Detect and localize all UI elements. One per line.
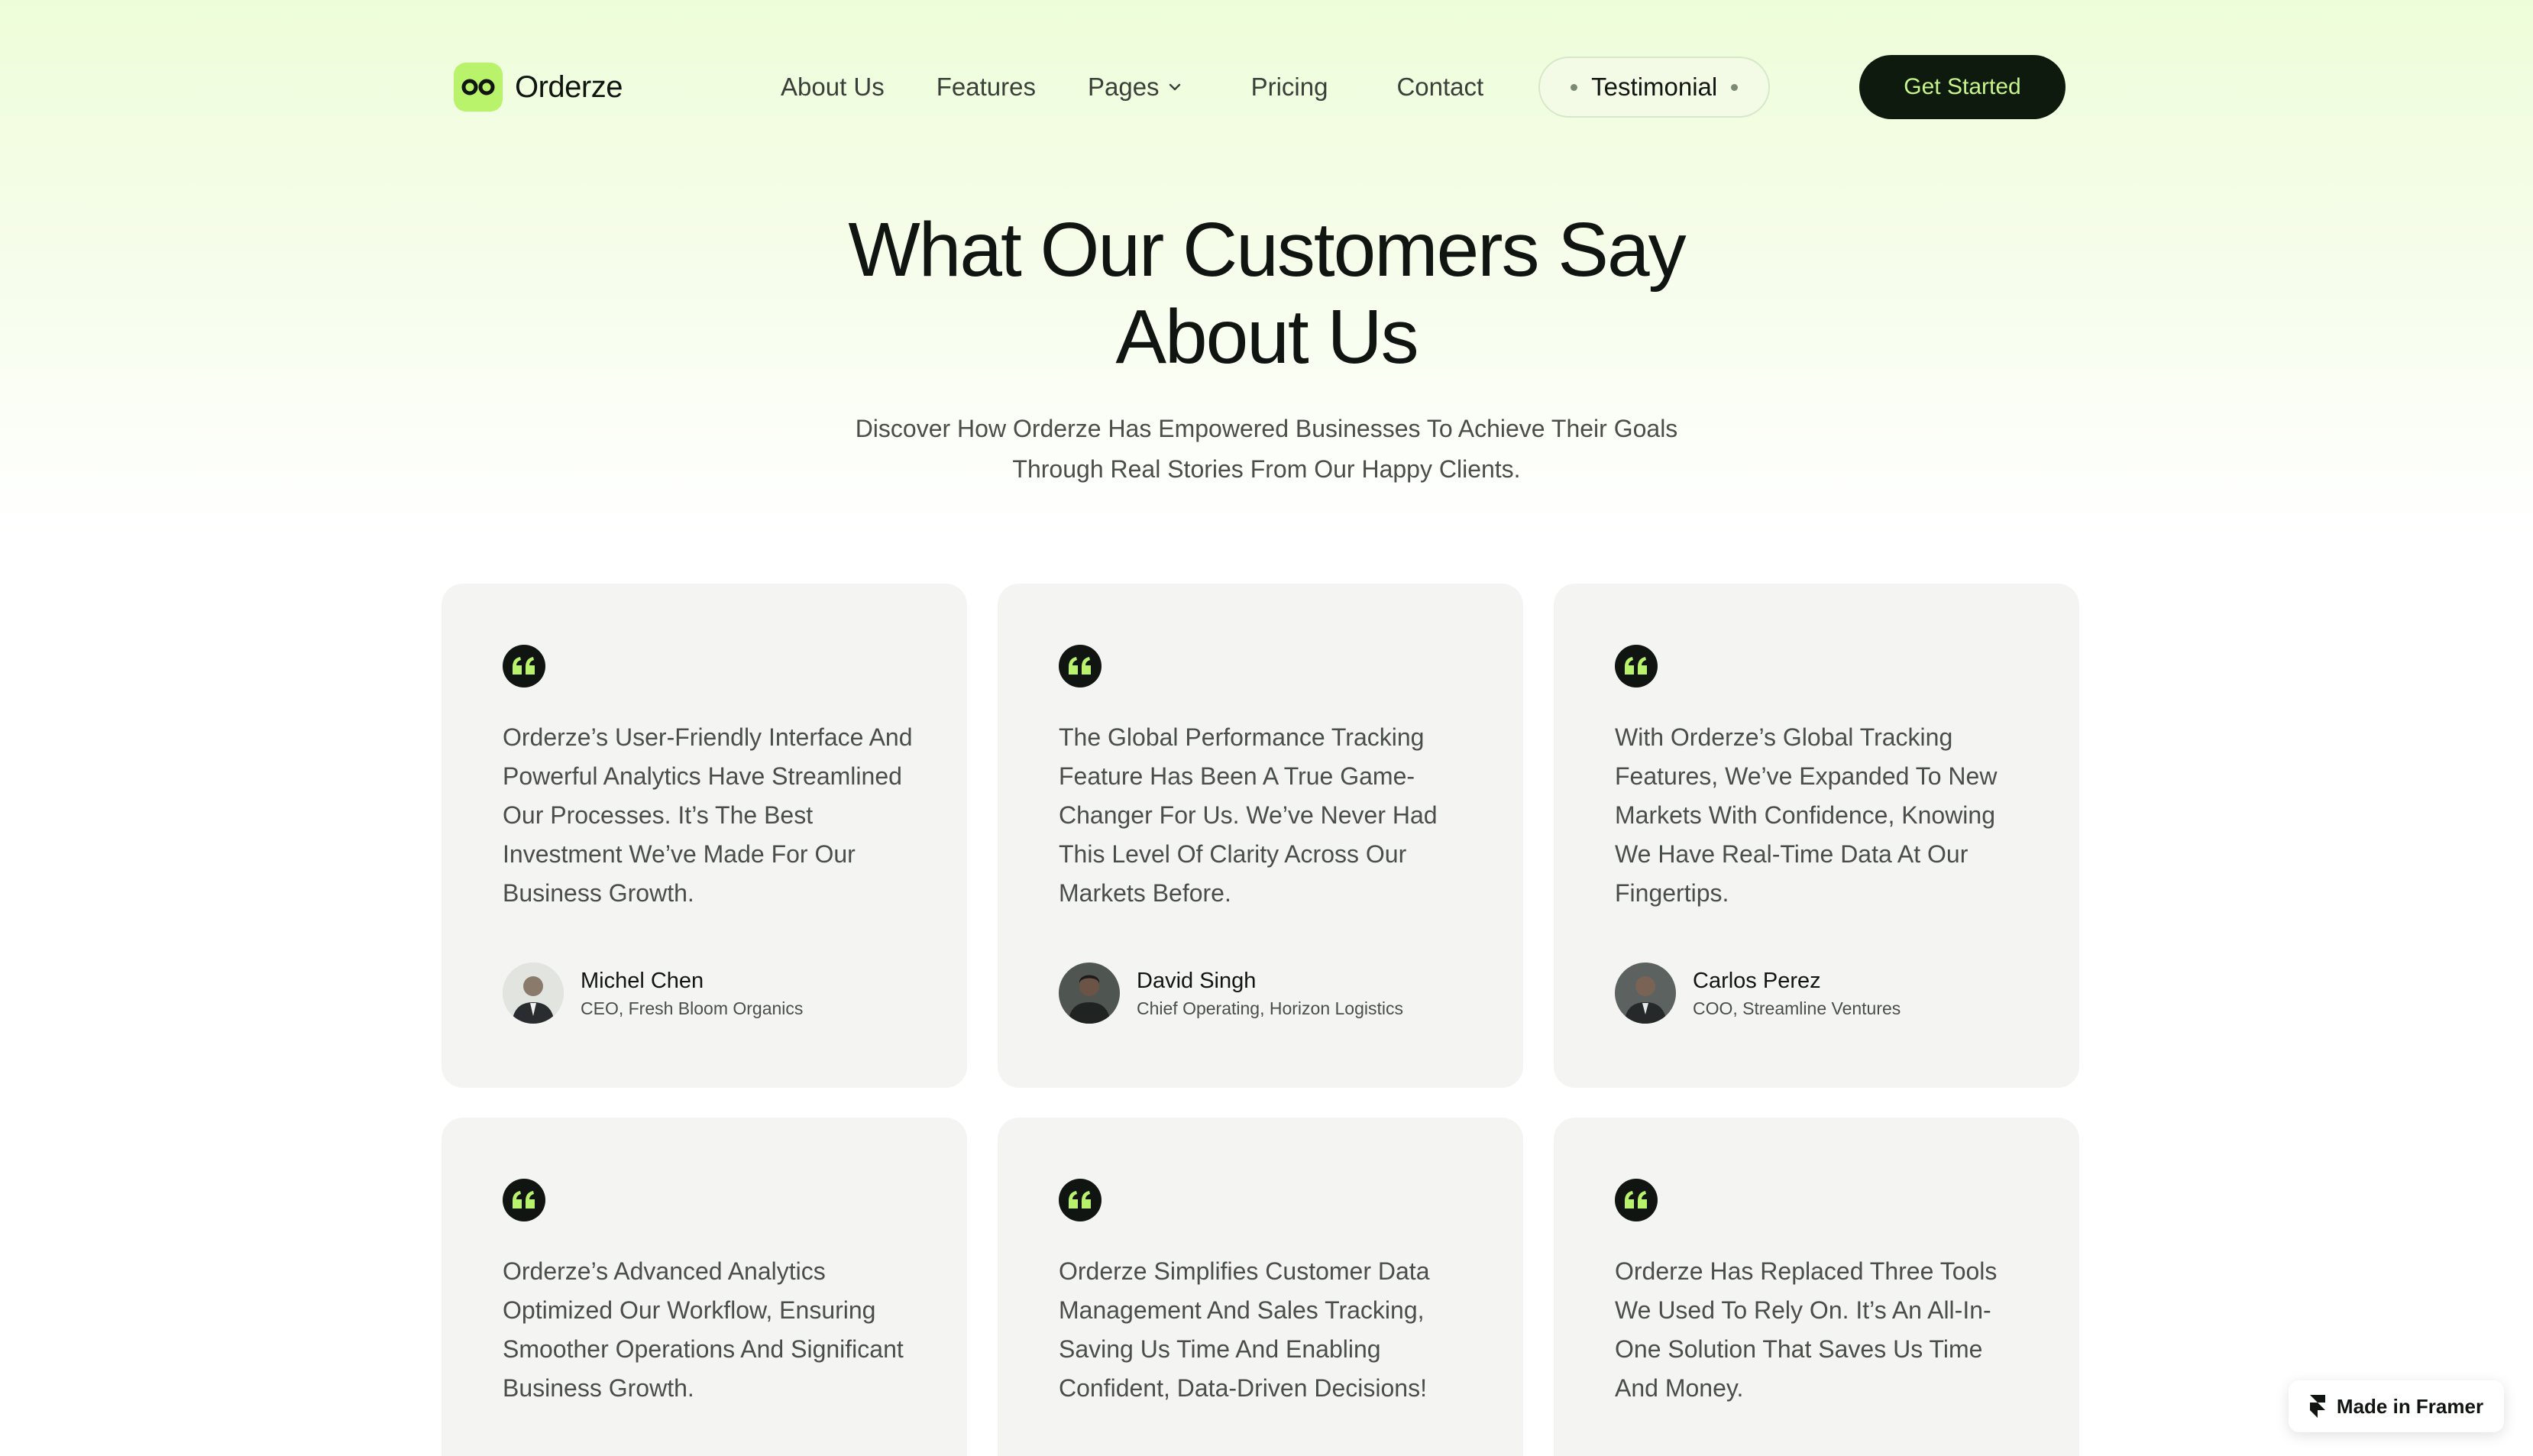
nav-link-pages-label: Pages bbox=[1087, 73, 1160, 101]
page-subtitle-line-1: Discover How Orderze Has Empowered Busin… bbox=[855, 415, 1678, 442]
nav-link-features[interactable]: Features bbox=[937, 73, 1036, 102]
quote-icon bbox=[1059, 645, 1102, 688]
made-in-framer-badge[interactable]: Made in Framer bbox=[2289, 1380, 2504, 1432]
author-name: Carlos Perez bbox=[1693, 969, 1821, 993]
dot-icon bbox=[1731, 83, 1739, 91]
testimonial-card: The Global Performance Tracking Feature … bbox=[998, 584, 1523, 1088]
nav-link-pricing[interactable]: Pricing bbox=[1251, 73, 1328, 102]
nav-link-testimonial-active[interactable]: Testimonial bbox=[1538, 57, 1771, 118]
avatar bbox=[1615, 963, 1676, 1024]
logo-text: Orderze bbox=[515, 70, 623, 104]
chevron-down-icon bbox=[1169, 83, 1180, 91]
quote-icon bbox=[1059, 1179, 1102, 1221]
testimonial-text: The Global Performance Tracking Feature … bbox=[1059, 723, 1438, 907]
logo[interactable]: Orderze bbox=[454, 63, 623, 112]
testimonial-card: Orderze Simplifies Customer Data Managem… bbox=[998, 1118, 1523, 1456]
testimonial-text: Orderze’s User-Friendly Interface And Po… bbox=[503, 723, 913, 907]
dot-icon bbox=[1571, 83, 1578, 91]
nav-links: About Us Features Pages Pricing Contact … bbox=[764, 53, 1771, 121]
avatar bbox=[503, 963, 564, 1024]
author-name: David Singh bbox=[1137, 969, 1257, 993]
page-subtitle: Discover How Orderze Has Empowered Busin… bbox=[808, 409, 1725, 490]
framer-icon bbox=[2309, 1395, 2325, 1418]
nav-link-contact[interactable]: Contact bbox=[1396, 73, 1483, 102]
testimonial-text: Orderze Simplifies Customer Data Managem… bbox=[1059, 1257, 1430, 1402]
testimonial-author: Carlos Perez COO, Streamline Ventures bbox=[1615, 963, 1901, 1024]
testimonial-text: Orderze’s Advanced Analytics Optimized O… bbox=[503, 1257, 904, 1402]
testimonial-card: Orderze’s User-Friendly Interface And Po… bbox=[442, 584, 967, 1088]
author-name: Michel Chen bbox=[581, 969, 704, 993]
avatar bbox=[1059, 963, 1120, 1024]
testimonial-card: With Orderze’s Global Tracking Features,… bbox=[1554, 584, 2079, 1088]
author-role: Chief Operating, Horizon Logistics bbox=[1137, 998, 1403, 1018]
made-in-framer-label: Made in Framer bbox=[2336, 1394, 2484, 1418]
author-role: COO, Streamline Ventures bbox=[1693, 998, 1901, 1018]
nav-pill-label: Testimonial bbox=[1591, 73, 1718, 101]
testimonial-text: Orderze Has Replaced Three Tools We Used… bbox=[1615, 1257, 1998, 1402]
testimonial-card: Orderze Has Replaced Three Tools We Used… bbox=[1554, 1118, 2079, 1456]
quote-icon bbox=[503, 645, 545, 688]
page-title-line-1: What Our Customers Say bbox=[848, 207, 1686, 293]
quote-icon bbox=[1615, 1179, 1658, 1221]
testimonial-card: Orderze’s Advanced Analytics Optimized O… bbox=[442, 1118, 967, 1456]
get-started-button[interactable]: Get Started bbox=[1859, 55, 2066, 119]
testimonial-author: Michel Chen CEO, Fresh Bloom Organics bbox=[503, 963, 803, 1024]
logo-icon bbox=[454, 63, 503, 112]
quote-icon bbox=[1615, 645, 1658, 688]
nav-link-about-us[interactable]: About Us bbox=[781, 73, 885, 102]
page-subtitle-line-2: Through Real Stories From Our Happy Clie… bbox=[1012, 455, 1521, 483]
testimonial-text: With Orderze’s Global Tracking Features,… bbox=[1615, 723, 1998, 907]
page-title: What Our Customers Say About Us bbox=[732, 206, 1801, 380]
author-role: CEO, Fresh Bloom Organics bbox=[581, 998, 804, 1018]
testimonial-author: David Singh Chief Operating, Horizon Log… bbox=[1059, 963, 1403, 1024]
quote-icon bbox=[503, 1179, 545, 1221]
page-title-line-2: About Us bbox=[1115, 294, 1419, 380]
nav-link-pages[interactable]: Pages bbox=[1088, 73, 1182, 102]
top-navigation: Orderze About Us Features Pages Pricing … bbox=[0, 0, 2533, 174]
